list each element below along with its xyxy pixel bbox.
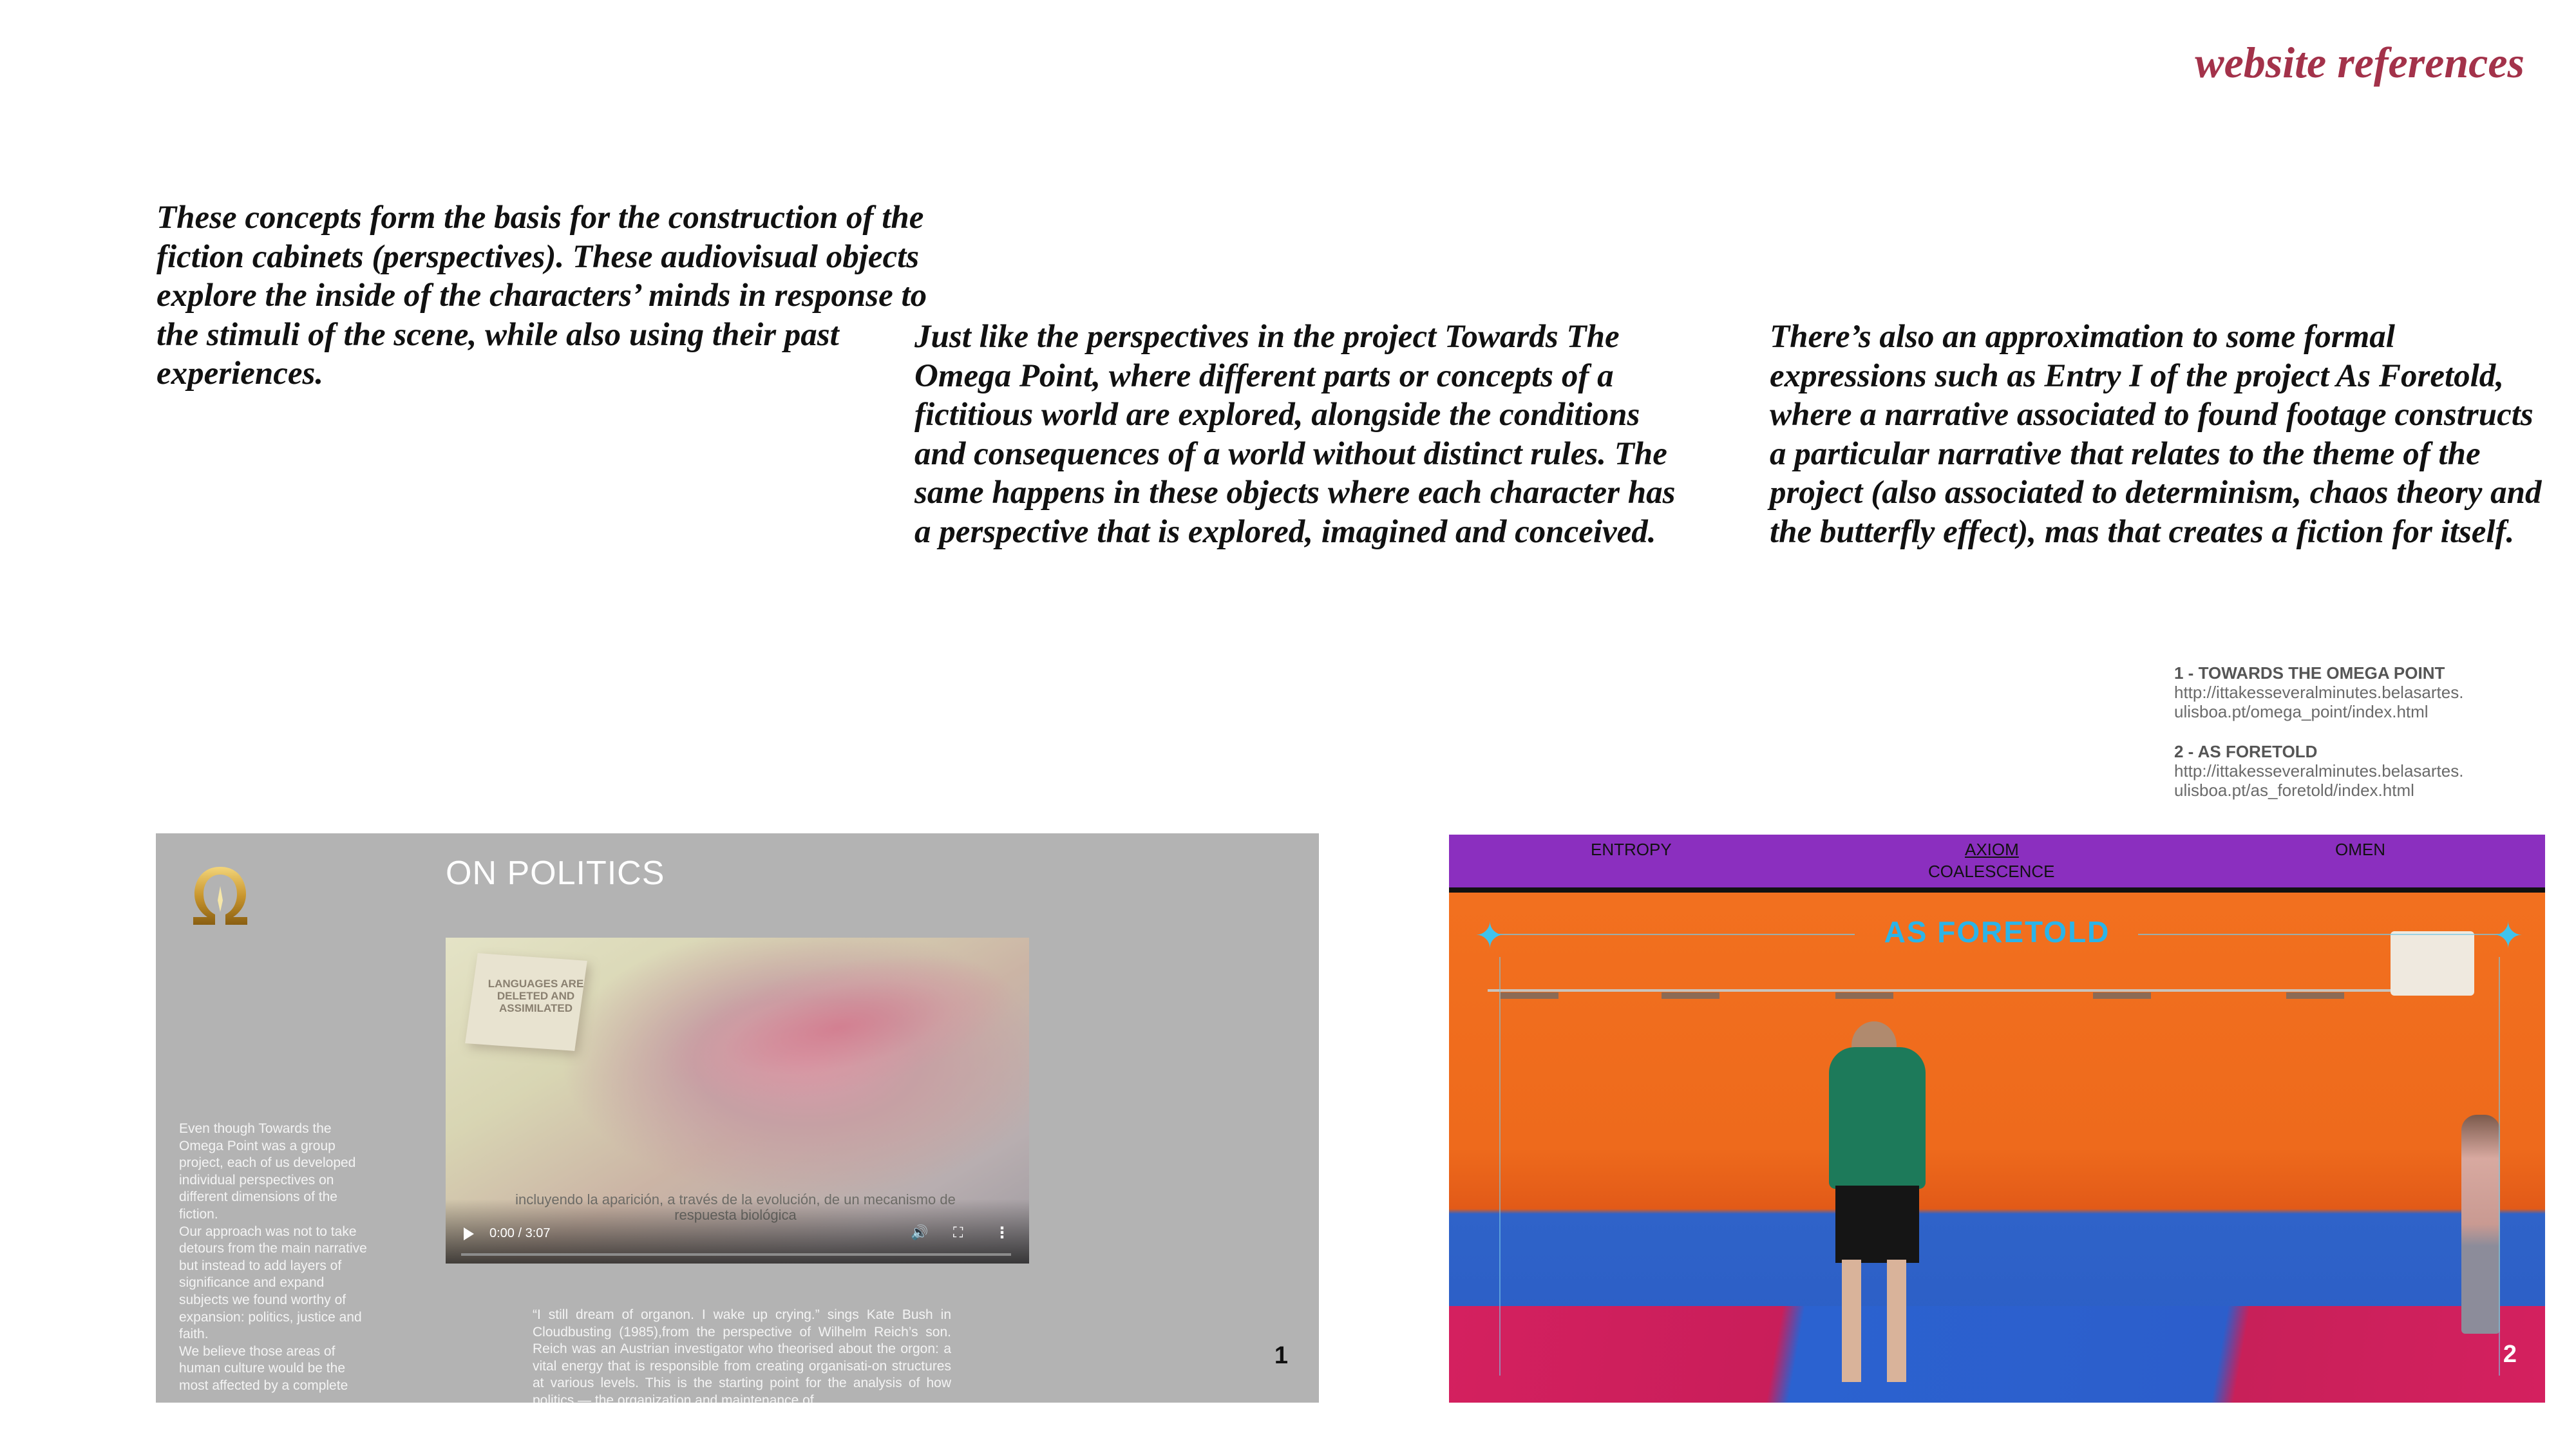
figure-number-1: 1 (1274, 1342, 1288, 1369)
paragraph-omega-point: Just like the perspectives in the projec… (914, 319, 1676, 550)
swirl-graphic (649, 938, 1028, 1129)
reference-title-1: 1 - TOWARDS THE OMEGA POINT (2174, 663, 2445, 683)
nav-coalescence[interactable]: COALESCENCE (1928, 862, 2055, 882)
nav-bar: ENTROPY AXIOM OMEN COALESCENCE (1449, 835, 2545, 893)
reference-url-2-line2[interactable]: ulisboa.pt/as_foretold/index.html (2174, 781, 2561, 800)
video-time: 0:00 / 3:07 (489, 1226, 551, 1240)
reference-url-2-line1[interactable]: http://ittakesseveralminutes.belasartes. (2174, 761, 2561, 781)
section-title: ON POLITICS (446, 855, 665, 892)
paragraph-as-foretold: There’s also an approximation to some fo… (1770, 319, 2542, 550)
nav-entropy[interactable]: ENTROPY (1591, 840, 1672, 860)
as-foretold-screenshot: ENTROPY AXIOM OMEN COALESCENCE ✦ ✦ AS FO… (1449, 835, 2545, 1403)
wall-bracket (1501, 992, 1558, 999)
volume-icon[interactable]: 🔊 (911, 1225, 928, 1241)
wall-bracket (1662, 992, 1719, 999)
more-options-icon[interactable]: ⋮ (994, 1224, 1010, 1242)
frame-line-right (2499, 957, 2500, 1376)
politics-quote-text: “I still dream of organon. I wake up cry… (533, 1307, 951, 1403)
nav-axiom[interactable]: AXIOM (1965, 840, 2019, 860)
play-icon[interactable] (464, 1227, 474, 1240)
video-player[interactable]: LANGUAGES ARE DELETED AND ASSIMILATED in… (446, 938, 1029, 1264)
reference-title-2: 2 - AS FORETOLD (2174, 742, 2318, 761)
figure-number-2: 2 (2503, 1341, 2517, 1368)
person-figure (1816, 1021, 1938, 1388)
wall-bracket (2093, 992, 2151, 999)
video-progress-bar[interactable] (461, 1253, 1011, 1256)
page-heading: website references (2195, 38, 2524, 87)
as-foretold-title: AS FORETOLD (1884, 915, 2110, 949)
reference-list: 1 - TOWARDS THE OMEGA POINT http://ittak… (2174, 663, 2561, 800)
video-controls: 0:00 / 3:07 🔊 ⛶ ⋮ (446, 1199, 1029, 1264)
frame-line-left (1499, 957, 1501, 1376)
wall-bracket (2286, 992, 2344, 999)
reference-url-1-line2[interactable]: ulisboa.pt/omega_point/index.html (2174, 702, 2561, 721)
background-person (2461, 1115, 2500, 1334)
wall-bracket (1835, 992, 1893, 999)
fullscreen-icon[interactable]: ⛶ (953, 1225, 963, 1241)
omega-point-screenshot: ON POLITICS LANGUAGES ARE DELETED AND AS… (156, 833, 1319, 1403)
paragraph-fiction-cabinets: These concepts form the basis for the co… (156, 200, 927, 392)
video-still (1449, 893, 2545, 1403)
cube-text: LANGUAGES ARE DELETED AND ASSIMILATED (488, 978, 584, 1014)
nav-omen[interactable]: OMEN (2335, 840, 2385, 860)
floor-mat (1449, 1306, 2545, 1403)
intro-text: Even though Towards the Omega Point was … (179, 1121, 367, 1393)
reference-url-1-line1[interactable]: http://ittakesseveralminutes.belasartes. (2174, 683, 2561, 702)
omega-logo-icon (193, 867, 247, 925)
wall-bar (1488, 989, 2454, 992)
